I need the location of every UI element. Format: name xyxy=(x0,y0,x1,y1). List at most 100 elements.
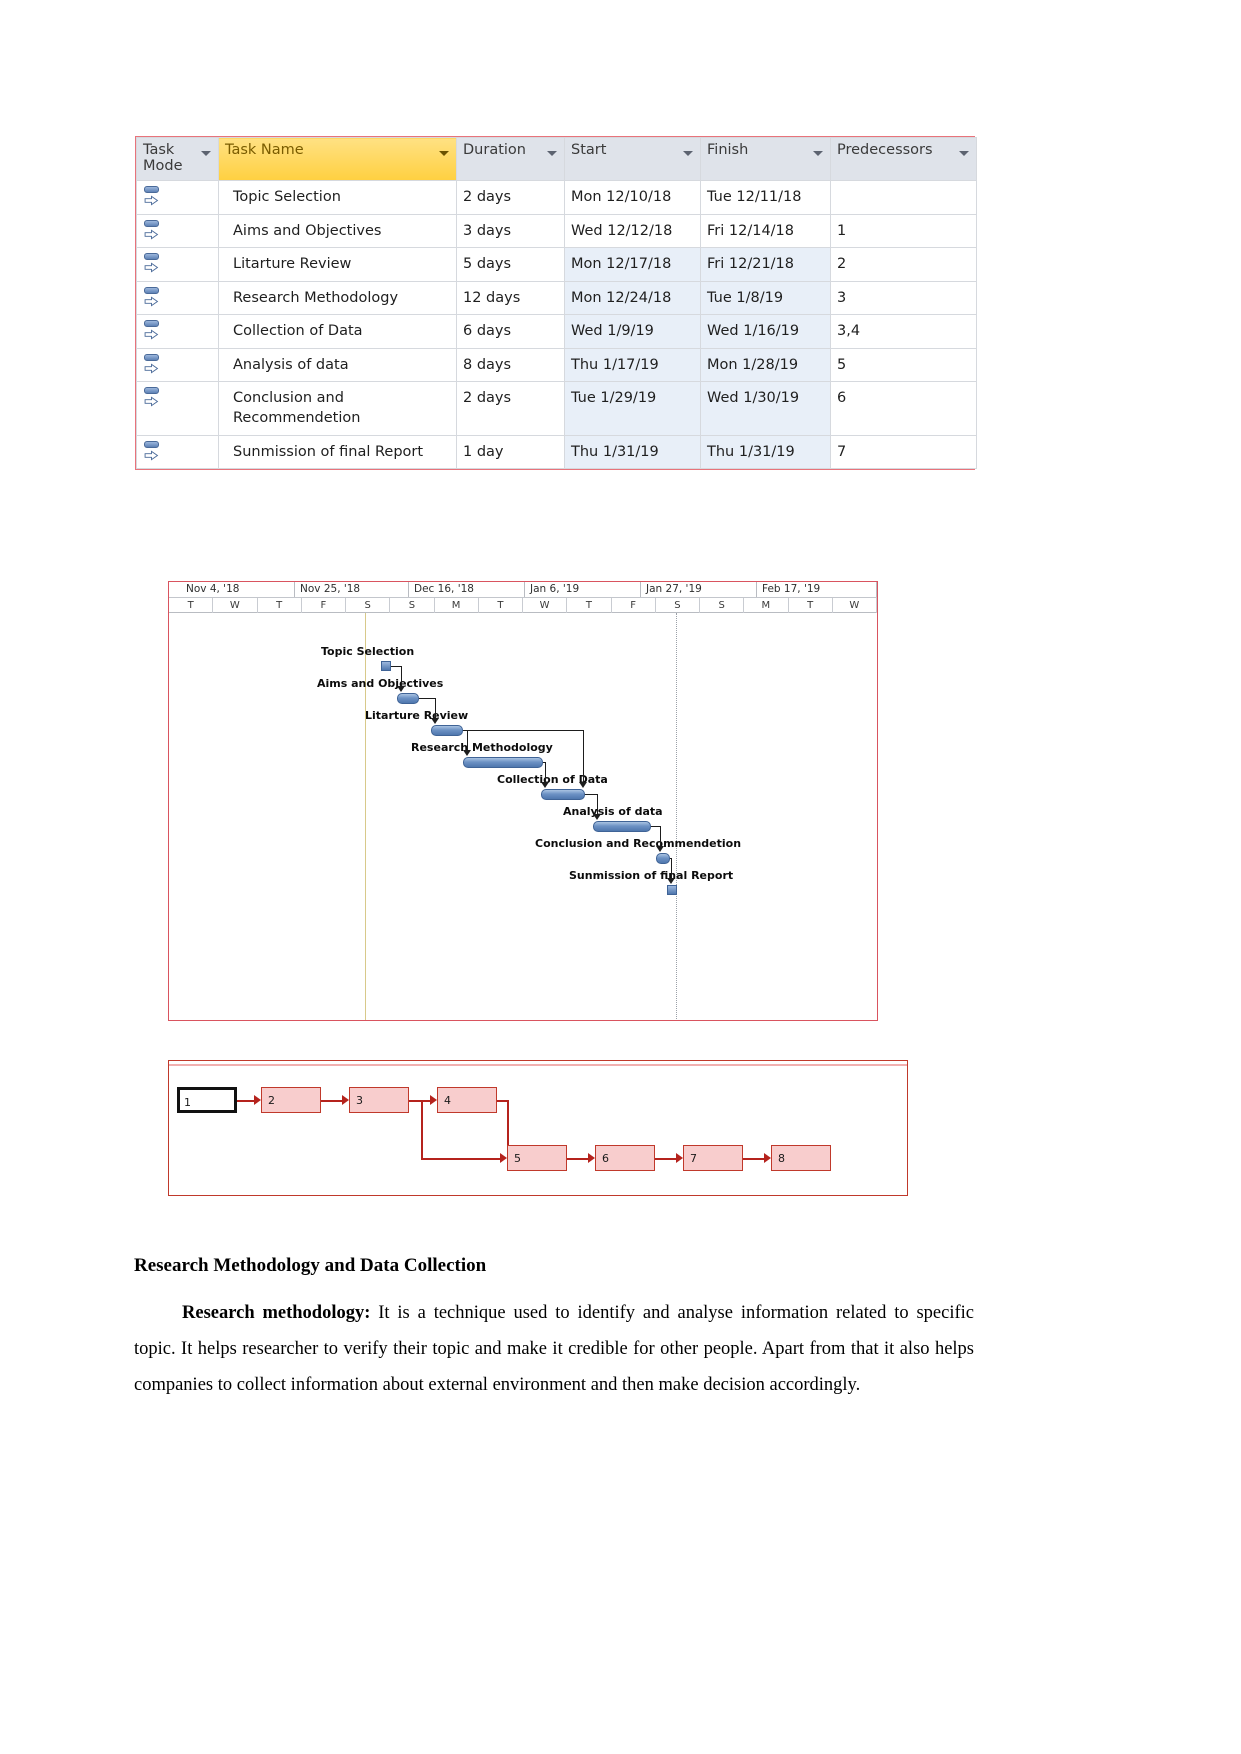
cell-predecessors[interactable]: 2 xyxy=(830,247,977,282)
gantt-milestone-marker[interactable] xyxy=(381,661,391,671)
cell-duration[interactable]: 2 days xyxy=(456,180,565,215)
table-row[interactable]: Sunmission of final Report 1 day Thu 1/31/… xyxy=(136,434,977,470)
filter-dropdown-icon[interactable] xyxy=(547,151,557,156)
column-header-mode[interactable]: Task Mode xyxy=(136,137,219,181)
column-header-finish[interactable]: Finish xyxy=(700,137,831,181)
table-row[interactable]: Collection of Data 6 days Wed 1/9/19 Wed 1/… xyxy=(136,314,977,349)
cell-finish[interactable]: Wed 1/16/19 xyxy=(700,314,831,349)
filter-dropdown-icon[interactable] xyxy=(201,151,211,156)
gantt-dependency-link xyxy=(671,858,672,880)
column-header-duration[interactable]: Duration xyxy=(456,137,565,181)
cell-duration[interactable]: 8 days xyxy=(456,347,565,383)
cell-predecessors[interactable]: 7 xyxy=(830,434,977,470)
cell-finish[interactable]: Fri 12/21/18 xyxy=(700,247,831,282)
cell-task-mode[interactable] xyxy=(136,247,219,282)
gantt-task-bar[interactable] xyxy=(431,725,463,736)
filter-dropdown-icon[interactable] xyxy=(439,151,449,156)
cell-start[interactable]: Tue 1/29/19 xyxy=(564,381,701,436)
network-node[interactable]: 4 xyxy=(437,1087,497,1113)
table-row[interactable]: Analysis of data 8 days Thu 1/17/19 Mon 1/2… xyxy=(136,347,977,383)
cell-duration[interactable]: 5 days xyxy=(456,247,565,282)
gantt-task-bar[interactable] xyxy=(463,757,543,768)
gantt-milestone-marker[interactable] xyxy=(667,885,677,895)
cell-start[interactable]: Thu 1/17/19 xyxy=(564,347,701,383)
timeline-day-tick: T xyxy=(258,598,302,613)
cell-finish[interactable]: Fri 12/14/18 xyxy=(700,213,831,249)
cell-predecessors[interactable]: 1 xyxy=(830,213,977,249)
table-row[interactable]: Aims and Objectives 3 days Wed 12/12/18 Fri… xyxy=(136,213,977,249)
cell-start[interactable]: Mon 12/17/18 xyxy=(564,247,701,282)
task-grid-header: Task Mode Task Name Duration Start Finish Pre… xyxy=(136,137,977,181)
cell-name[interactable]: Research Methodology xyxy=(218,280,457,316)
network-node[interactable]: 1 xyxy=(177,1087,237,1113)
filter-dropdown-icon[interactable] xyxy=(813,151,823,156)
cell-task-mode[interactable] xyxy=(136,347,219,383)
gantt-task-bar[interactable] xyxy=(656,853,670,864)
cell-start[interactable]: Wed 1/9/19 xyxy=(564,314,701,349)
network-node[interactable]: 3 xyxy=(349,1087,409,1113)
gantt-task-bar[interactable] xyxy=(397,693,419,704)
gantt-task-bar[interactable] xyxy=(541,789,585,800)
timeline-day-tick: M xyxy=(744,598,789,613)
network-node[interactable]: 6 xyxy=(595,1145,655,1171)
cell-task-mode[interactable] xyxy=(136,213,219,249)
cell-start[interactable]: Mon 12/10/18 xyxy=(564,180,701,215)
column-header-predecessors[interactable]: Predecessors xyxy=(830,137,977,181)
cell-predecessors[interactable]: 5 xyxy=(830,347,977,383)
cell-predecessors[interactable] xyxy=(830,180,977,215)
gantt-bar-label: Litarture Review xyxy=(365,709,469,722)
cell-start[interactable]: Mon 12/24/18 xyxy=(564,280,701,316)
gantt-dependency-arrow xyxy=(541,782,549,788)
cell-duration[interactable]: 12 days xyxy=(456,280,565,316)
cell-name[interactable]: Topic Selection xyxy=(218,180,457,215)
column-header-start[interactable]: Start xyxy=(564,137,701,181)
network-connector xyxy=(237,1100,254,1102)
timeline-day-tick: T xyxy=(169,598,214,613)
cell-name[interactable]: Collection of Data xyxy=(218,314,457,349)
network-node[interactable]: 7 xyxy=(683,1145,743,1171)
cell-name[interactable]: Litarture Review xyxy=(218,247,457,282)
table-row[interactable]: Topic Selection 2 days Mon 12/10/18 Tue 12/… xyxy=(136,180,977,215)
cell-task-mode[interactable] xyxy=(136,180,219,215)
cell-predecessors[interactable]: 3 xyxy=(830,280,977,316)
gantt-dependency-link xyxy=(585,794,597,795)
cell-task-mode[interactable] xyxy=(136,381,219,436)
cell-finish[interactable]: Wed 1/30/19 xyxy=(700,381,831,436)
gantt-dependency-link xyxy=(660,826,661,848)
gantt-task-bar[interactable] xyxy=(593,821,651,832)
gantt-dependency-arrow xyxy=(431,718,439,724)
gantt-dependency-link xyxy=(597,794,598,816)
cell-start[interactable]: Wed 12/12/18 xyxy=(564,213,701,249)
cell-finish[interactable]: Mon 1/28/19 xyxy=(700,347,831,383)
network-node[interactable]: 5 xyxy=(507,1145,567,1171)
cell-finish[interactable]: Thu 1/31/19 xyxy=(700,434,831,470)
table-row[interactable]: Research Methodology 12 days Mon 12/24/18 T… xyxy=(136,280,977,316)
cell-name[interactable]: Conclusion and Recommendetion xyxy=(218,381,457,436)
table-row[interactable]: Litarture Review 5 days Mon 12/17/18 Fri 12… xyxy=(136,247,977,282)
cell-predecessors[interactable]: 6 xyxy=(830,381,977,436)
table-row[interactable]: Conclusion and Recommendetion 2 days Tue 1… xyxy=(136,381,977,436)
cell-duration[interactable]: 3 days xyxy=(456,213,565,249)
cell-duration[interactable]: 6 days xyxy=(456,314,565,349)
filter-dropdown-icon[interactable] xyxy=(683,151,693,156)
column-header-name[interactable]: Task Name xyxy=(218,137,457,181)
network-node[interactable]: 2 xyxy=(261,1087,321,1113)
cell-start[interactable]: Thu 1/31/19 xyxy=(564,434,701,470)
cell-task-mode[interactable] xyxy=(136,434,219,470)
gantt-dependency-link xyxy=(651,826,660,827)
cell-duration[interactable]: 1 day xyxy=(456,434,565,470)
network-node[interactable]: 8 xyxy=(771,1145,831,1171)
cell-finish[interactable]: Tue 12/11/18 xyxy=(700,180,831,215)
filter-dropdown-icon[interactable] xyxy=(959,151,969,156)
cell-name[interactable]: Sunmission of final Report xyxy=(218,434,457,470)
network-connector-arrow xyxy=(764,1153,771,1163)
cell-finish[interactable]: Tue 1/8/19 xyxy=(700,280,831,316)
gantt-bar-label: Collection of Data xyxy=(497,773,608,786)
cell-name[interactable]: Aims and Objectives xyxy=(218,213,457,249)
cell-task-mode[interactable] xyxy=(136,280,219,316)
cell-name[interactable]: Analysis of data xyxy=(218,347,457,383)
cell-task-mode[interactable] xyxy=(136,314,219,349)
cell-duration[interactable]: 2 days xyxy=(456,381,565,436)
cell-predecessors[interactable]: 3,4 xyxy=(830,314,977,349)
network-diagram: 12 3 4 5 6 7 8 xyxy=(168,1060,908,1196)
